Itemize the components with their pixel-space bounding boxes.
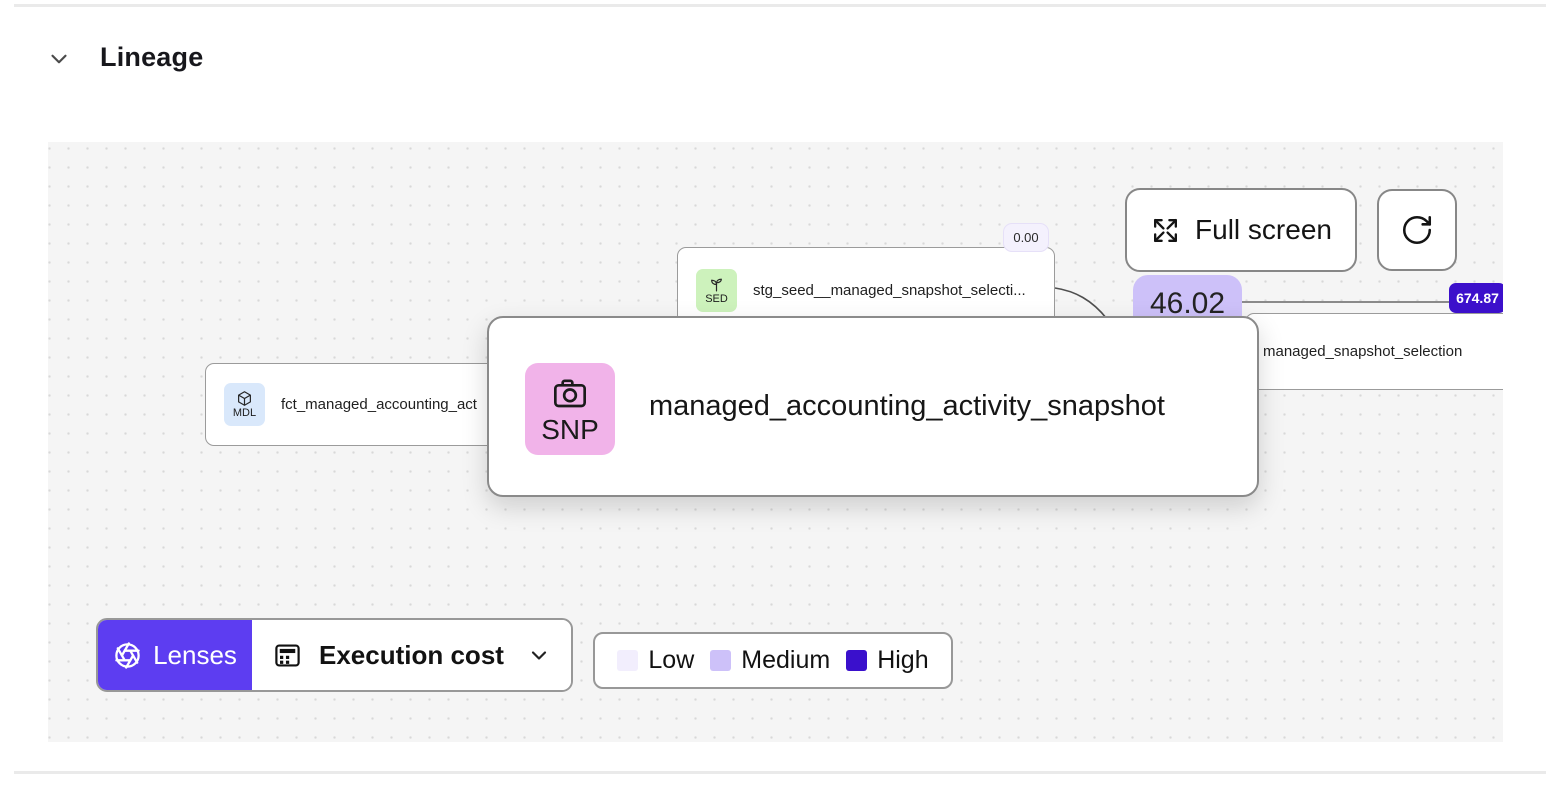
- node-managed-snapshot-selection[interactable]: managed_snapshot_selection: [1245, 313, 1503, 390]
- cost-badge-high: 674.87: [1449, 283, 1503, 313]
- node-label: fct_managed_accounting_act: [281, 396, 477, 413]
- node-label: stg_seed__managed_snapshot_selecti...: [753, 281, 1026, 299]
- aperture-icon: [113, 641, 142, 670]
- legend-swatch-high: [846, 650, 868, 671]
- lenses-control: Lenses Execution cost: [96, 618, 573, 692]
- camera-icon: [550, 373, 590, 413]
- legend-swatch-low: [617, 650, 639, 671]
- legend-item-medium: Medium: [710, 646, 830, 675]
- snapshot-type-badge: SNP: [525, 363, 615, 455]
- lenses-button[interactable]: Lenses: [98, 620, 252, 690]
- cost-legend: Low Medium High: [593, 632, 953, 689]
- lineage-page: Lineage MDL fct_managed_accounting_act S…: [0, 0, 1560, 798]
- full-screen-label: Full screen: [1195, 214, 1332, 245]
- node-label: managed_snapshot_selection: [1263, 343, 1463, 360]
- legend-item-low: Low: [617, 646, 694, 675]
- seed-type-badge: SED: [696, 268, 737, 312]
- page-title: Lineage: [100, 42, 204, 72]
- lenses-button-label: Lenses: [153, 639, 237, 670]
- type-badge-label: MDL: [232, 407, 257, 419]
- lineage-canvas[interactable]: MDL fct_managed_accounting_act SED stg_s…: [48, 142, 1503, 742]
- type-badge-label: SED: [705, 292, 728, 305]
- refresh-button[interactable]: [1377, 189, 1457, 271]
- table-icon: [272, 640, 303, 671]
- chevron-down-icon: [46, 46, 76, 72]
- refresh-icon: [1400, 213, 1434, 247]
- legend-swatch-medium: [710, 650, 732, 671]
- legend-item-high: High: [846, 646, 929, 675]
- model-type-badge: MDL: [224, 383, 265, 426]
- expand-arrows-icon: [1150, 215, 1181, 246]
- hover-card-title: managed_accounting_activity_snapshot: [649, 390, 1165, 422]
- edge-stg-to-selection-curve: [1054, 287, 1108, 320]
- collapse-section-button[interactable]: [46, 44, 76, 74]
- legend-label: Medium: [741, 646, 831, 674]
- lineage-header: Lineage: [0, 0, 1560, 100]
- bottom-divider: [14, 771, 1546, 774]
- legend-label: Low: [648, 646, 695, 674]
- node-fct-managed-accounting[interactable]: MDL fct_managed_accounting_act: [205, 363, 497, 446]
- type-badge-label: SNP: [541, 413, 599, 445]
- legend-label: High: [877, 646, 929, 674]
- node-hover-card-snapshot[interactable]: SNP managed_accounting_activity_snapshot: [487, 316, 1259, 497]
- full-screen-button[interactable]: Full screen: [1125, 188, 1357, 272]
- chevron-down-icon: [527, 643, 551, 667]
- lens-selector-dropdown[interactable]: Execution cost: [252, 620, 571, 690]
- cost-badge-low: 0.00: [1003, 223, 1049, 252]
- sprout-icon: [708, 276, 725, 293]
- selected-lens-label: Execution cost: [319, 639, 504, 670]
- cube-icon: [236, 390, 253, 407]
